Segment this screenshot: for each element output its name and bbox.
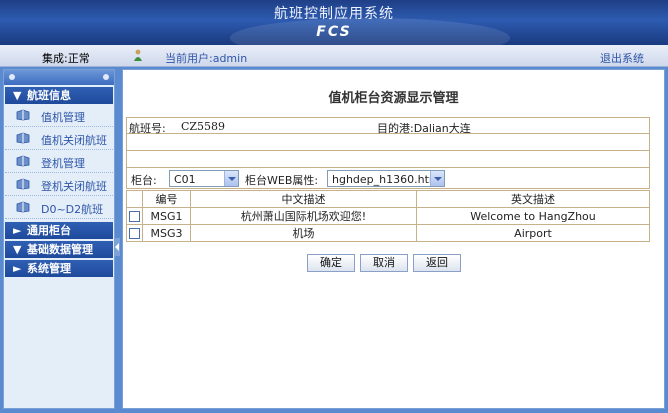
chevron-down-icon[interactable] [430,171,444,186]
counter-web-label: 柜台WEB属性: [245,174,319,187]
collapsed-arrow-icon: ► [13,262,22,275]
table-header-row: 编号 中文描述 英文描述 [126,190,650,208]
chevron-down-icon[interactable] [224,171,238,186]
cancel-button[interactable]: 取消 [360,254,408,272]
message-english: Welcome to HangZhou [416,207,650,225]
expanded-arrow-icon: ▼ [13,243,22,256]
integration-status: 集成:正常 [42,52,90,65]
flight-number-value: CZ5589 [181,120,226,133]
sidebar-item-boarding-management[interactable]: 登机管理 [5,151,113,173]
main-content: 值机柜台资源显示管理 航班号: CZ5589 目的港:Dalian大连 柜台: … [122,69,665,409]
column-header-english: 英文描述 [416,190,650,208]
sidebar-group-flight-info[interactable]: ▼ 航班信息 [5,87,113,104]
counter-web-select-value: hghdep_h1360.htm [332,173,440,186]
sidebar-group-common-counter[interactable]: ► 通用柜台 [5,222,113,239]
message-table: 编号 中文描述 英文描述 MSG1 杭州萧山国际机场欢迎您! Welcome t… [126,190,650,242]
flight-info-row: 航班号: CZ5589 目的港:Dalian大连 [126,117,650,135]
book-icon [16,132,30,144]
book-icon [16,178,30,190]
sidebar-group-system-management[interactable]: ► 系统管理 [5,260,113,277]
table-row: MSG1 杭州萧山国际机场欢迎您! Welcome to HangZhou [126,207,650,225]
counter-row: 柜台: C01 柜台WEB属性: hghdep_h1360.htm [126,167,650,189]
sidebar-item-checkin-closed-flights[interactable]: 值机关闭航班 [5,128,113,150]
row-checkbox[interactable] [129,211,140,222]
message-code: MSG1 [142,207,191,225]
sidebar-item-boarding-closed-flights[interactable]: 登机关闭航班 [5,174,113,196]
expanded-arrow-icon: ▼ [13,89,22,102]
back-button[interactable]: 返回 [413,254,461,272]
collapsed-arrow-icon: ► [13,224,22,237]
user-icon [134,49,142,61]
sidebar-group-base-data[interactable]: ▼ 基础数据管理 [5,241,113,258]
table-row: MSG3 机场 Airport [126,224,650,242]
counter-select[interactable]: C01 [169,170,239,187]
message-chinese: 机场 [190,224,417,242]
sidebar-collapse-toggle[interactable] [114,238,120,256]
book-icon [16,155,30,167]
sidebar-header-dot [103,74,109,80]
counter-web-select[interactable]: hghdep_h1360.htm [327,170,445,187]
column-header-select [126,190,143,208]
sidebar-header [4,70,114,85]
row-checkbox-cell [126,207,143,225]
sidebar-item-checkin-management[interactable]: 值机管理 [5,105,113,127]
blank-row [126,151,650,168]
confirm-button[interactable]: 确定 [307,254,355,272]
logout-link[interactable]: 退出系统 [600,50,644,66]
app-subtitle: FCS [316,24,352,40]
app-title: 航班控制应用系统 [274,6,394,22]
current-user: 当前用户:admin [165,52,248,65]
message-chinese: 杭州萧山国际机场欢迎您! [190,207,417,225]
sidebar-item-d0-d2-flights[interactable]: D0~D2航班 [5,197,113,219]
sidebar-header-dot [9,74,15,80]
counter-label: 柜台: [131,174,157,187]
row-checkbox-cell [126,224,143,242]
sidebar: ▼ 航班信息 值机管理 值机关闭航班 登机管理 登机关闭航班 D0~D2航班 ► 通… [3,69,115,409]
message-code: MSG3 [142,224,191,242]
counter-select-value: C01 [174,173,196,186]
message-english: Airport [416,224,650,242]
column-header-chinese: 中文描述 [190,190,417,208]
blank-row [126,134,650,151]
book-icon [16,109,30,121]
status-bar: 集成:正常 当前用户:admin 退出系统 [0,45,668,67]
app-banner: 航班控制应用系统 FCS [0,0,668,45]
column-header-code: 编号 [142,190,191,208]
row-checkbox[interactable] [129,228,140,239]
page-title: 值机柜台资源显示管理 [328,91,459,106]
book-icon [16,201,30,213]
